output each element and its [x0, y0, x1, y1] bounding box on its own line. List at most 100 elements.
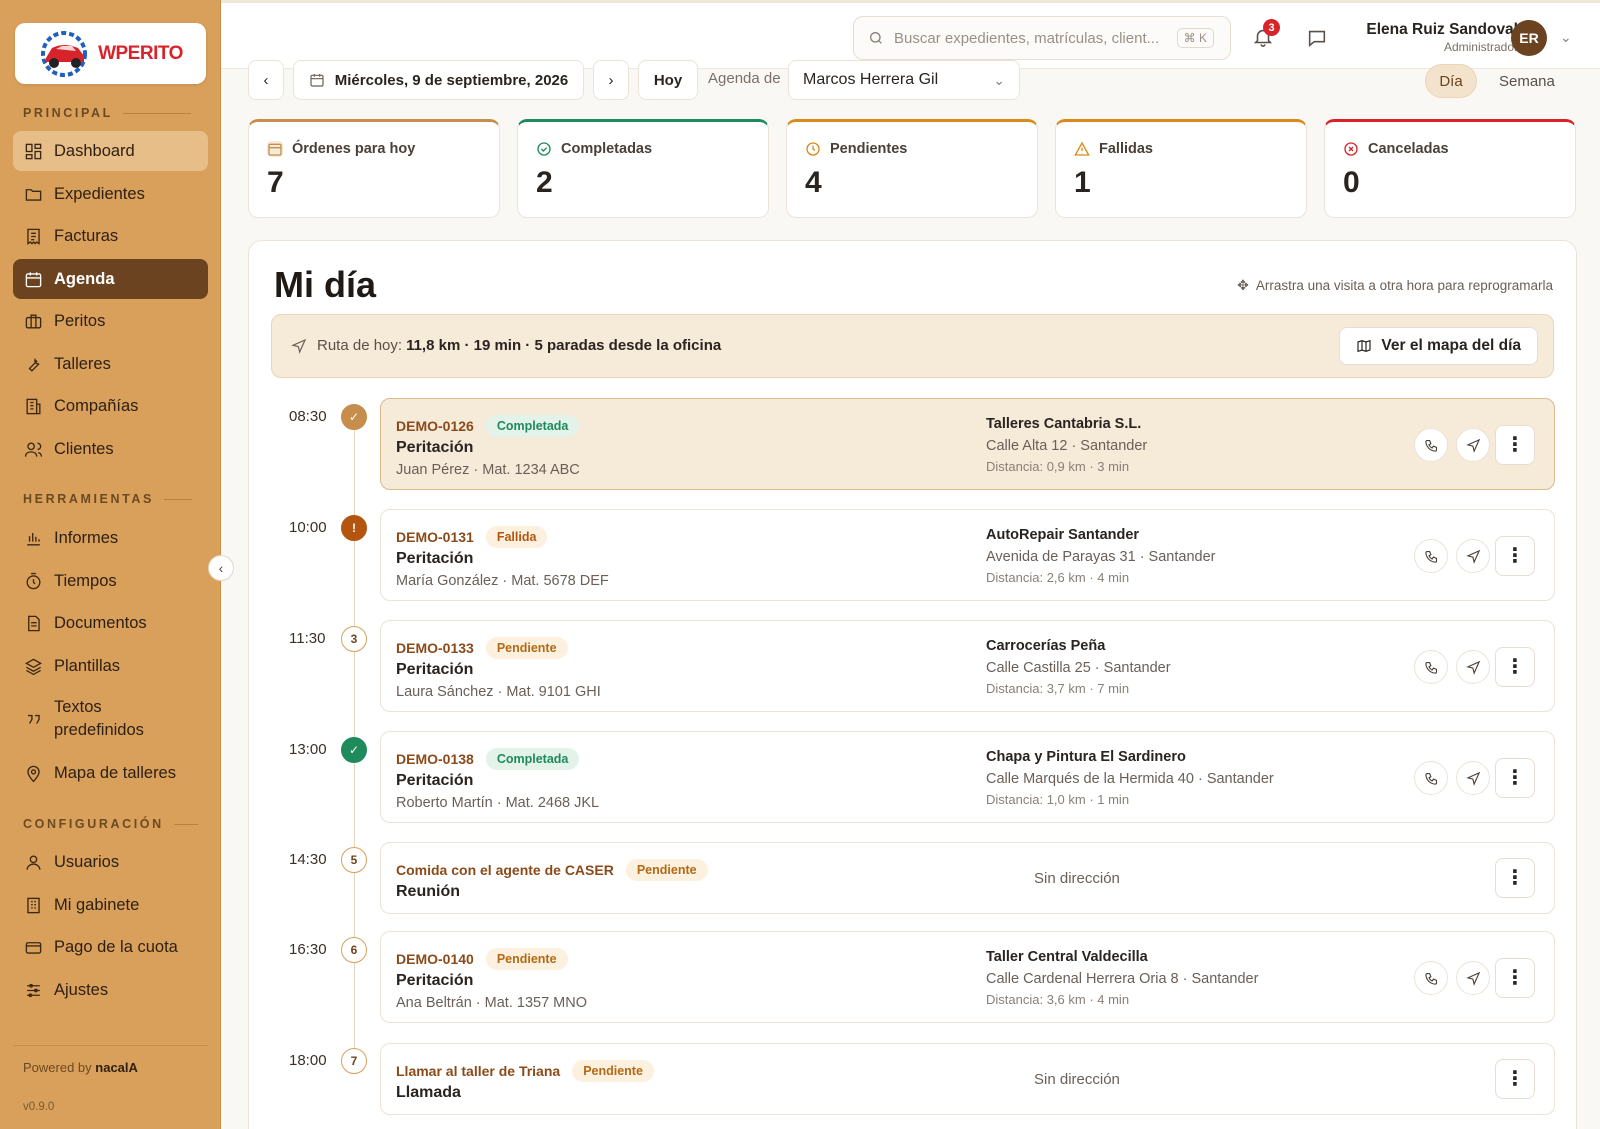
user-role: Administrador — [1443, 40, 1518, 54]
visit-card[interactable]: Comida con el agente de CASER Pendiente R… — [380, 842, 1555, 914]
more-options-button[interactable]: ⋮ — [1495, 425, 1535, 465]
visit-type: Peritación — [396, 772, 474, 789]
sidebar-item-label: Informes — [54, 528, 119, 547]
powered-by: Powered by nacalA — [23, 1060, 138, 1075]
more-vertical-icon: ⋮ — [1505, 434, 1525, 456]
quote-icon — [27, 714, 40, 724]
sidebar-item-pago[interactable]: Pago de la cuota — [13, 927, 208, 967]
status-badge: Pendiente — [625, 859, 708, 881]
sidebar-item-expedientes[interactable]: Expedientes — [13, 174, 208, 214]
sidebar-item-facturas[interactable]: Facturas — [13, 216, 208, 256]
sidebar-item-mapa[interactable]: Mapa de talleres — [13, 753, 208, 793]
sidebar-item-label: Mi gabinete — [54, 895, 140, 914]
navigate-button[interactable] — [1456, 428, 1490, 462]
more-vertical-icon: ⋮ — [1505, 656, 1525, 678]
notifications-button[interactable]: 3 — [1252, 19, 1280, 53]
sidebar-item-clientes[interactable]: Clientes — [13, 429, 208, 469]
visit-time: 11:30 — [289, 630, 326, 647]
call-button[interactable] — [1414, 761, 1448, 795]
view-map-button[interactable]: Ver el mapa del día — [1339, 327, 1538, 365]
section-configuracion: CONFIGURACIÓN — [23, 817, 198, 831]
more-vertical-icon: ⋮ — [1505, 767, 1525, 789]
visit-code[interactable]: DEMO-0133 — [396, 640, 474, 656]
sidebar-item-ajustes[interactable]: Ajustes — [13, 970, 208, 1010]
dashboard-icon — [25, 143, 42, 159]
visit-code[interactable]: Llamar al taller de Triana — [396, 1063, 560, 1079]
sidebar-item-tiempos[interactable]: Tiempos — [13, 561, 208, 601]
workshop-name: AutoRepair Santander — [986, 527, 1140, 543]
call-button[interactable] — [1414, 428, 1448, 462]
sidebar-item-informes[interactable]: Informes — [13, 518, 208, 558]
navigate-button[interactable] — [1456, 650, 1490, 684]
call-button[interactable] — [1414, 539, 1448, 573]
stat-card-cancelled: Canceladas 0 — [1324, 119, 1576, 218]
stat-card-orders: Órdenes para hoy 7 — [248, 119, 500, 218]
more-options-button[interactable]: ⋮ — [1495, 958, 1535, 998]
sidebar-item-label: Textos predefinidos — [54, 697, 144, 739]
avatar[interactable]: ER — [1511, 20, 1547, 56]
visit-type: Llamada — [396, 1084, 461, 1101]
agenda-person-select[interactable]: Marcos Herrera Gil ⌄ — [788, 60, 1020, 100]
more-options-button[interactable]: ⋮ — [1495, 1059, 1535, 1099]
next-day-button[interactable]: › — [593, 60, 629, 100]
navigate-button[interactable] — [1456, 761, 1490, 795]
chevron-down-icon[interactable]: ⌄ — [1560, 29, 1572, 46]
sidebar-item-label: Expedientes — [54, 184, 145, 203]
drag-hint: ✥ Arrastra una visita a otra hora para r… — [1237, 277, 1553, 293]
view-day-button[interactable]: Día — [1425, 64, 1477, 98]
visit-card[interactable]: Llamar al taller de Triana Pendiente Llam… — [380, 1043, 1555, 1115]
call-button[interactable] — [1414, 961, 1448, 995]
view-week-button[interactable]: Semana — [1499, 73, 1555, 90]
date-picker[interactable]: Miércoles, 9 de septiembre, 2026 — [293, 60, 584, 100]
sidebar-item-agenda[interactable]: Agenda — [13, 259, 208, 299]
sliders-icon — [27, 983, 40, 997]
sidebar-item-dashboard[interactable]: Dashboard — [13, 131, 208, 171]
today-button[interactable]: Hoy — [638, 60, 698, 100]
sidebar-item-companias[interactable]: Compañías — [13, 386, 208, 426]
navigate-button[interactable] — [1456, 539, 1490, 573]
visit-card[interactable]: DEMO-0126 Completada Peritación Juan Pére… — [380, 398, 1555, 490]
more-options-button[interactable]: ⋮ — [1495, 758, 1535, 798]
visit-card[interactable]: DEMO-0133 Pendiente Peritación Laura Sánc… — [380, 620, 1555, 712]
credit-card-icon — [25, 941, 42, 954]
more-options-button[interactable]: ⋮ — [1495, 647, 1535, 687]
visit-time: 18:00 — [289, 1052, 327, 1069]
visit-card[interactable]: DEMO-0138 Completada Peritación Roberto M… — [380, 731, 1555, 823]
sidebar-item-textos[interactable]: Textos predefinidos — [13, 694, 208, 744]
visit-code[interactable]: DEMO-0126 — [396, 418, 474, 434]
sidebar-item-gabinete[interactable]: Mi gabinete — [13, 885, 208, 925]
chevron-left-icon: ‹ — [263, 71, 269, 89]
navigate-button[interactable] — [1456, 961, 1490, 995]
sidebar-item-peritos[interactable]: Peritos — [13, 301, 208, 341]
route-summary: Ruta de hoy: 11,8 km · 19 min · 5 parada… — [271, 314, 1554, 378]
sidebar-item-documentos[interactable]: Documentos — [13, 603, 208, 643]
navigation-icon — [291, 338, 307, 354]
call-button[interactable] — [1414, 650, 1448, 684]
visit-code[interactable]: DEMO-0140 — [396, 951, 474, 967]
workshop-address: Calle Cardenal Herrera Oria 8 · Santande… — [986, 971, 1259, 987]
brand-logo[interactable]: WPERITO — [15, 23, 206, 84]
more-options-button[interactable]: ⋮ — [1495, 536, 1535, 576]
status-badge: Fallida — [485, 526, 548, 548]
sidebar-item-label: Ajustes — [54, 980, 109, 999]
prev-day-button[interactable]: ‹ — [248, 60, 284, 100]
visit-card[interactable]: DEMO-0131 Fallida Peritación María Gonzál… — [380, 509, 1555, 601]
sidebar-item-talleres[interactable]: Talleres — [13, 344, 208, 384]
sidebar-item-usuarios[interactable]: Usuarios — [13, 842, 208, 882]
visit-code[interactable]: DEMO-0131 — [396, 529, 474, 545]
user-name[interactable]: Elena Ruiz Sandoval — [1318, 21, 1518, 39]
building-icon — [26, 398, 41, 414]
visit-code[interactable]: DEMO-0138 — [396, 751, 474, 767]
visit-code[interactable]: Comida con el agente de CASER — [396, 862, 614, 878]
stat-label: Fallidas — [1099, 141, 1153, 157]
collapse-sidebar-button[interactable]: ‹ — [208, 555, 234, 581]
search-input[interactable]: Buscar expedientes, matrículas, client..… — [853, 16, 1231, 60]
stat-card-failed: Fallidas 1 — [1055, 119, 1307, 218]
sidebar-item-plantillas[interactable]: Plantillas — [13, 646, 208, 686]
visit-card[interactable]: DEMO-0140 Pendiente Peritación Ana Beltrá… — [380, 931, 1555, 1023]
sidebar-item-label: Facturas — [54, 226, 119, 245]
more-vertical-icon: ⋮ — [1505, 1068, 1525, 1090]
bar-chart-icon — [27, 532, 40, 546]
layers-icon — [24, 658, 43, 675]
more-options-button[interactable]: ⋮ — [1495, 858, 1535, 898]
